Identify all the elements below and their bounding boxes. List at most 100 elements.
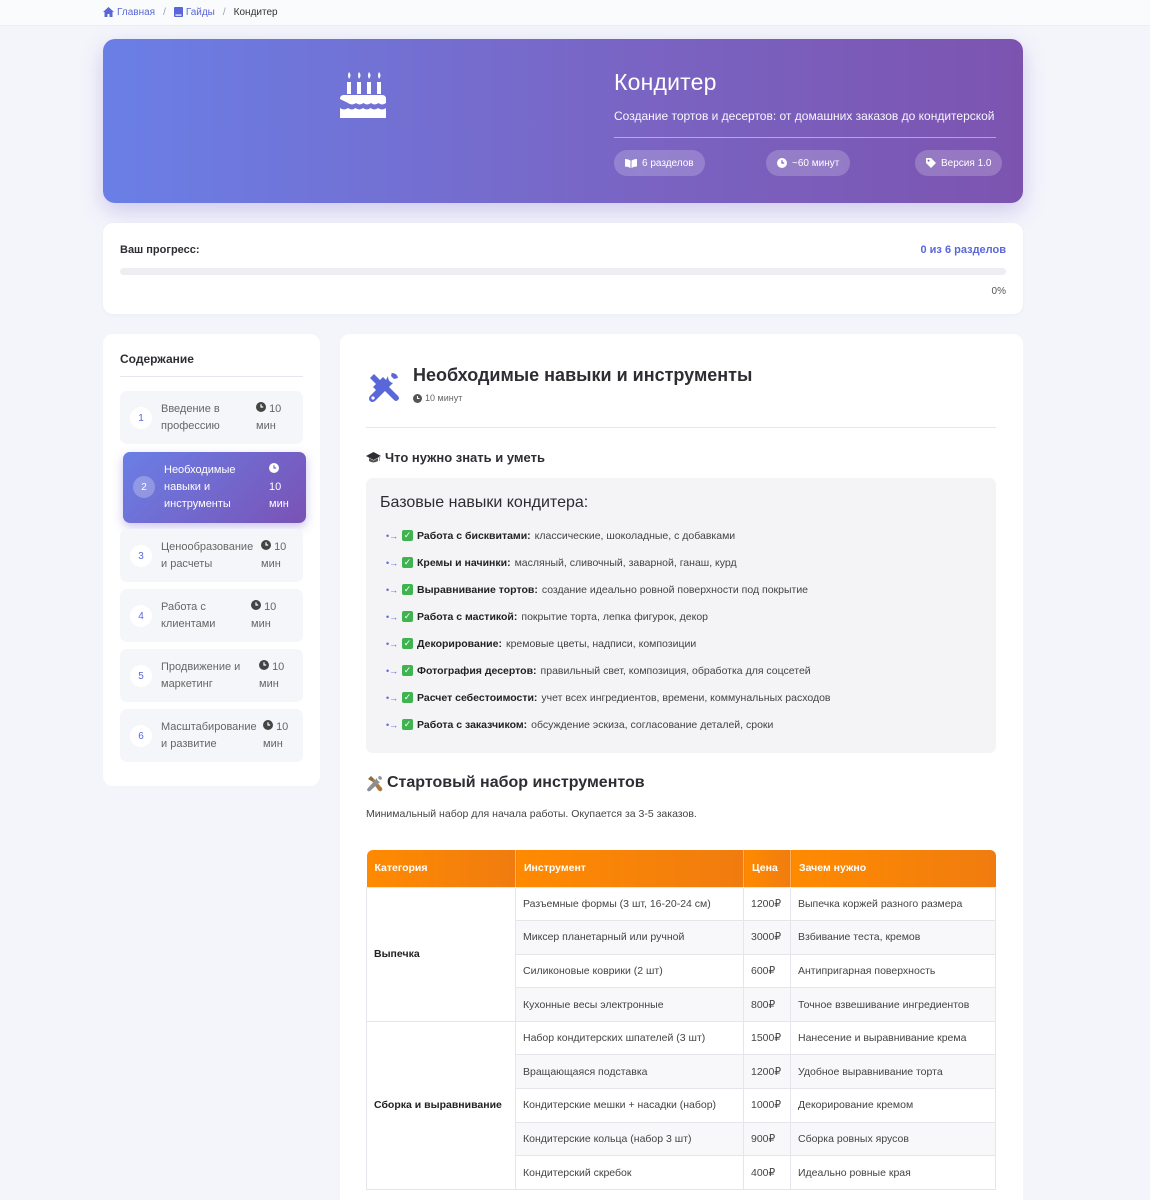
toc-item-pricing[interactable]: 3 Ценообразование и расчеты 10 мин — [120, 529, 303, 582]
breadcrumb-separator: / — [222, 6, 226, 18]
toolkit-intro: Минимальный набор для начала работы. Оку… — [366, 808, 697, 820]
tool-cell: Миксер планетарный или ручной — [515, 920, 744, 955]
graduation-cap-icon — [366, 451, 381, 462]
duration-label: ~60 минут — [792, 157, 840, 169]
checkmark-icon: ✓ — [402, 611, 413, 622]
checkmark-icon: ✓ — [402, 557, 413, 568]
tool-cell: Набор кондитерских шпателей (3 шт) — [515, 1020, 744, 1056]
toc-item-clients[interactable]: 4 Работа с клиентами 10 мин — [120, 589, 303, 642]
list-item: •→ ✓ Декорирование: кремовые цветы, надписи… — [386, 637, 697, 650]
progress-label: Ваш прогресс: — [120, 244, 200, 256]
toc-item-number: 3 — [130, 545, 152, 567]
toc-item-label: Введение в профессию — [161, 403, 220, 432]
table-row: Сборка и выравнивание Набор кондитерских… — [366, 1020, 996, 1190]
price-cell: 3000₽ — [743, 920, 791, 955]
toc-item-number: 4 — [130, 605, 152, 627]
toc-item-label: Необходимые навыки и инструменты — [164, 464, 236, 510]
toc-divider — [120, 376, 303, 377]
column-header-tool: Инструмент — [515, 850, 744, 887]
tool-cell: Кондитерский скребок — [515, 1155, 744, 1190]
checkmark-icon: ✓ — [402, 638, 413, 649]
category-cell: Сборка и выравнивание — [366, 1020, 516, 1190]
guide-title: Кондитер — [614, 69, 717, 95]
clock-icon — [269, 463, 279, 473]
toc-item-number: 6 — [130, 725, 152, 747]
tool-cell: Вращающаяся подставка — [515, 1054, 744, 1090]
toc-item-label: Масштабирование и развитие — [161, 721, 257, 750]
category-cell: Выпечка — [366, 886, 516, 1022]
list-item: •→ ✓ Фотография десертов: правильный свет, … — [386, 664, 811, 677]
toc-item-intro[interactable]: 1 Введение в профессию 10 мин — [120, 391, 303, 444]
checkmark-icon: ✓ — [402, 692, 413, 703]
tool-cell: Силиконовые коврики (2 шт) — [515, 953, 744, 989]
toc-item-skills-tools[interactable]: 2 Необходимые навыки и инструменты 10 ми… — [123, 452, 306, 523]
toc-item-label: Работа с клиентами — [161, 601, 216, 630]
clock-icon — [263, 720, 273, 730]
breadcrumb-home-label: Главная — [117, 6, 156, 18]
arrow-bullet-icon: •→ — [386, 530, 399, 541]
progress-bar — [120, 268, 1006, 275]
toc-item-number: 5 — [130, 665, 152, 687]
skills-box-title: Базовые навыки кондитера: — [380, 494, 589, 511]
book-icon — [173, 7, 183, 17]
toc-item-scaling[interactable]: 6 Масштабирование и развитие 10 мин — [120, 709, 303, 762]
arrow-bullet-icon: •→ — [386, 719, 399, 730]
tool-cell: Разъемные формы (3 шт, 16-20-24 см) — [515, 886, 744, 922]
breadcrumb-home-link[interactable]: Главная — [103, 7, 155, 18]
arrow-bullet-icon: •→ — [386, 692, 399, 703]
checkmark-icon: ✓ — [402, 719, 413, 730]
checkmark-icon: ✓ — [402, 665, 413, 676]
clock-icon — [251, 600, 261, 610]
skills-heading: Что нужно знать и уметь — [366, 450, 545, 465]
toc-title: Содержание — [120, 352, 194, 366]
price-cell: 1000₽ — [743, 1088, 791, 1123]
breadcrumb-guides-link[interactable]: Гайды — [173, 6, 215, 18]
hammer-wrench-icon — [367, 775, 383, 791]
purpose-cell: Сборка ровных ярусов — [790, 1121, 996, 1157]
version-badge: Версия 1.0 — [915, 150, 1003, 176]
price-cell: 1500₽ — [743, 1020, 791, 1056]
progress-percent: 0% — [991, 286, 1006, 297]
open-book-icon — [625, 158, 637, 168]
purpose-cell: Нанесение и выравнивание крема — [790, 1020, 996, 1056]
toc-item-marketing[interactable]: 5 Продвижение и маркетинг 10 мин — [120, 649, 303, 702]
price-cell: 1200₽ — [743, 886, 791, 922]
hero-divider — [614, 137, 996, 138]
guide-subtitle: Создание тортов и десертов: от домашних … — [614, 109, 995, 123]
checkmark-icon: ✓ — [402, 530, 413, 541]
arrow-bullet-icon: •→ — [386, 638, 399, 649]
list-item: •→ ✓ Расчет себестоимости: учет всех ингред… — [386, 691, 831, 704]
toc-item-number: 2 — [133, 476, 155, 498]
breadcrumb: Главная / Гайды / Кондитер — [103, 5, 278, 19]
table-header-row: Категория Инструмент Цена Зачем нужно — [366, 850, 996, 887]
birthday-cake-icon — [340, 72, 386, 118]
purpose-cell: Антипригарная поверхность — [790, 953, 996, 989]
clock-icon — [259, 660, 269, 670]
arrow-bullet-icon: •→ — [386, 584, 399, 595]
checkmark-icon: ✓ — [402, 584, 413, 595]
breadcrumb-separator: / — [163, 6, 166, 18]
skills-list: •→ ✓ Работа с бисквитами: классические, шок… — [386, 522, 831, 738]
tool-cell: Кондитерские мешки + насадки (набор) — [515, 1088, 744, 1123]
breadcrumb-guides-label: Гайды — [185, 6, 215, 18]
list-item: •→ ✓ Работа с мастикой: покрытие торта, леп… — [386, 610, 708, 623]
clock-icon — [777, 158, 787, 168]
guide-hero: Кондитер Создание тортов и десертов: от … — [103, 39, 1023, 203]
version-label: Версия 1.0 — [941, 157, 992, 169]
column-header-purpose: Зачем нужно — [790, 850, 996, 887]
table-of-contents: Содержание 1 Введение в профессию 10 мин… — [103, 334, 320, 786]
list-item: •→ ✓ Выравнивание тортов: создание идеально… — [386, 583, 809, 596]
section-duration: 10 минут — [413, 393, 462, 403]
purpose-cell: Точное взвешивание ингредиентов — [790, 987, 996, 1022]
purpose-cell: Взбивание теста, кремов — [790, 920, 996, 955]
toc-item-duration: 10 мин — [261, 540, 287, 570]
price-cell: 400₽ — [743, 1155, 791, 1190]
toc-item-duration: 10 мин — [259, 660, 285, 690]
list-item: •→ ✓ Работа с бисквитами: классические, шок… — [386, 529, 736, 542]
column-header-category: Категория — [366, 850, 516, 887]
duration-badge: ~60 минут — [766, 150, 851, 176]
toc-item-label: Ценообразование и расчеты — [161, 541, 254, 570]
price-cell: 1200₽ — [743, 1054, 791, 1090]
tools-icon — [369, 372, 399, 402]
progress-count: 0 из 6 разделов — [920, 244, 1007, 256]
